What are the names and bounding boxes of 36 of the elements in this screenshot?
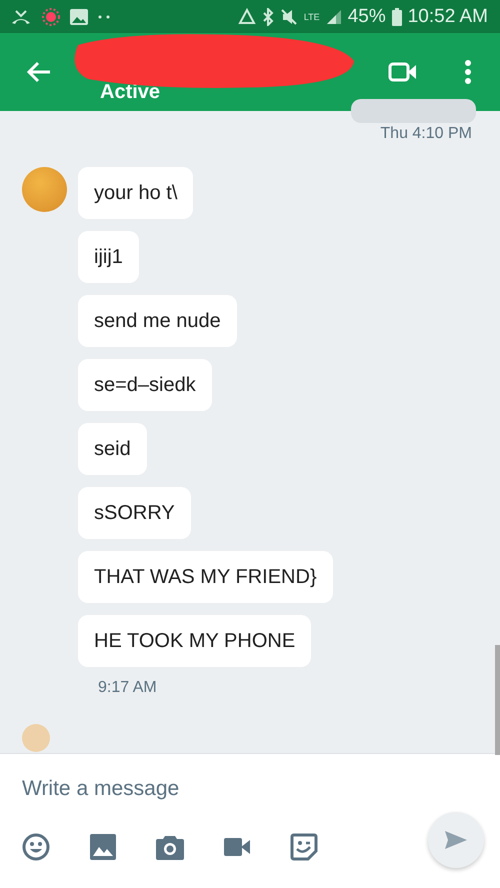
image-icon[interactable] — [90, 834, 116, 860]
camera-icon[interactable] — [156, 834, 184, 860]
message-bubble: your ho t\ — [78, 167, 194, 219]
message-bubble: se=d–siedk — [78, 359, 212, 411]
signal-icon — [326, 8, 342, 24]
message-bubble: seid — [78, 423, 147, 475]
scrollbar[interactable] — [495, 645, 500, 755]
timestamp: Thu 4:10 PM — [380, 125, 472, 143]
video-call-icon[interactable] — [388, 61, 418, 83]
sticker-icon[interactable] — [290, 833, 318, 861]
menu-icon[interactable] — [464, 60, 472, 84]
battery-icon — [392, 8, 402, 26]
message-bubble: HE TOOK MY PHONE — [78, 615, 312, 667]
message-bubble: send me nude — [78, 295, 237, 347]
bluetooth-icon — [262, 8, 274, 26]
emoji-icon[interactable] — [22, 833, 50, 861]
read-receipt-avatar — [22, 724, 50, 752]
send-icon — [445, 831, 467, 849]
timestamp: 9:17 AM — [98, 679, 157, 697]
record-icon — [41, 6, 61, 26]
send-button[interactable] — [428, 812, 484, 868]
message-bubble: THAT WAS MY FRIEND} — [78, 551, 333, 603]
back-icon[interactable] — [26, 61, 52, 83]
clock: 10:52 AM — [408, 6, 488, 28]
network-label: LTE — [304, 12, 320, 22]
message-input[interactable]: Write a message — [22, 774, 474, 804]
missed-call-icon — [10, 8, 32, 24]
contact-status: Active — [100, 80, 160, 104]
image-icon — [70, 8, 88, 24]
mute-icon — [280, 8, 298, 26]
battery-percent: 45% — [348, 6, 386, 28]
avatar[interactable] — [22, 167, 67, 212]
more-icon — [97, 14, 111, 18]
video-icon[interactable] — [224, 838, 250, 856]
message-bubble: ijij1 — [78, 231, 139, 283]
message-bubble: sSORRY — [78, 487, 191, 539]
